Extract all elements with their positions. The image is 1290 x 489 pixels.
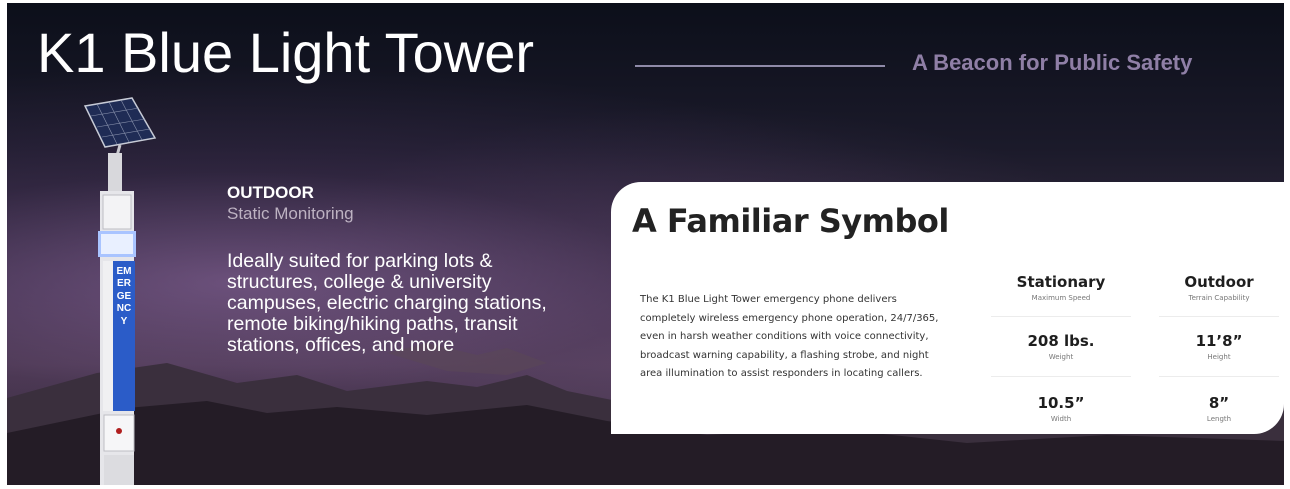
title-divider xyxy=(635,65,885,67)
stat-divider xyxy=(991,316,1131,317)
stat-divider xyxy=(1159,316,1279,317)
stat-value: Stationary xyxy=(1016,273,1106,291)
stat-max-speed: Stationary Maximum Speed xyxy=(986,273,1136,302)
stat-label: Length xyxy=(1206,415,1232,423)
stat-length: 8” Length xyxy=(1159,394,1279,423)
stat-width: 10.5” Width xyxy=(986,394,1136,423)
stat-divider xyxy=(1159,376,1279,377)
spec-card: A Familiar Symbol The K1 Blue Light Towe… xyxy=(611,182,1284,434)
stat-height: 11’8” Height xyxy=(1159,332,1279,361)
stat-value: 8” xyxy=(1208,394,1230,412)
stat-divider xyxy=(991,376,1131,377)
stat-value: 208 lbs. xyxy=(1027,332,1095,350)
stat-weight: 208 lbs. Weight xyxy=(986,332,1136,361)
usage-description: Ideally suited for parking lots & struct… xyxy=(227,250,547,356)
card-title: A Familiar Symbol xyxy=(632,202,949,240)
stat-value: Outdoor xyxy=(1184,273,1254,291)
page-title: K1 Blue Light Tower xyxy=(37,21,535,84)
card-description: The K1 Blue Light Tower emergency phone … xyxy=(640,294,939,379)
hero-banner: EMERGENCY K1 Blue Light Tower A Beacon f… xyxy=(7,3,1284,485)
stat-label: Terrain Capability xyxy=(1188,294,1250,302)
tagline: A Beacon for Public Safety xyxy=(912,50,1193,75)
stat-label: Weight xyxy=(1048,353,1074,361)
stat-label: Height xyxy=(1207,353,1231,361)
stat-terrain: Outdoor Terrain Capability xyxy=(1159,273,1279,302)
stat-label: Width xyxy=(1050,415,1072,423)
stat-label: Maximum Speed xyxy=(1031,294,1091,302)
stat-value: 11’8” xyxy=(1195,332,1243,350)
stat-value: 10.5” xyxy=(1037,394,1085,412)
usage-subheading: Static Monitoring xyxy=(227,204,354,223)
usage-heading: OUTDOOR xyxy=(227,183,314,202)
emergency-vertical-label: EMERGENCY xyxy=(116,266,132,327)
